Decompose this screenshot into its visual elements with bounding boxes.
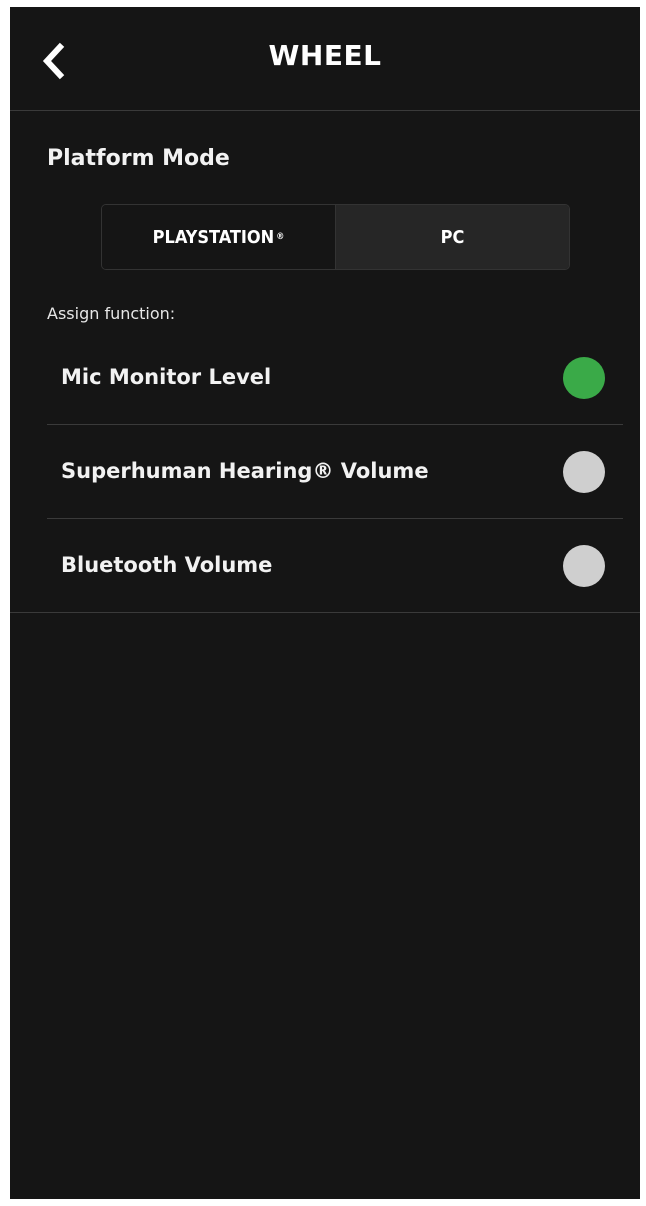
app-screen: WHEEL Platform Mode PLAYSTATION ® PC Assi… xyxy=(10,7,640,1199)
assign-function-list: Mic Monitor Level Superhuman Hearing® Vo… xyxy=(47,331,623,612)
page-title: WHEEL xyxy=(268,39,382,72)
assign-option-superhuman-hearing-volume[interactable]: Superhuman Hearing® Volume xyxy=(47,425,623,519)
radio-unselected-icon[interactable] xyxy=(563,451,605,493)
divider xyxy=(10,612,640,613)
radio-selected-icon[interactable] xyxy=(563,357,605,399)
assign-option-bluetooth-volume[interactable]: Bluetooth Volume xyxy=(47,519,623,612)
top-bar: WHEEL xyxy=(10,7,640,111)
platform-mode-heading: Platform Mode xyxy=(47,146,230,171)
assign-function-label: Assign function: xyxy=(47,304,176,323)
platform-option-playstation[interactable]: PLAYSTATION ® xyxy=(102,205,336,269)
assign-option-label: Mic Monitor Level xyxy=(61,365,272,389)
assign-option-mic-monitor-level[interactable]: Mic Monitor Level xyxy=(47,331,623,425)
platform-option-pc[interactable]: PC xyxy=(336,205,569,269)
assign-option-label: Bluetooth Volume xyxy=(61,553,273,577)
platform-mode-selector: PLAYSTATION ® PC xyxy=(101,204,570,270)
radio-unselected-icon[interactable] xyxy=(563,545,605,587)
platform-option-label: PC xyxy=(440,226,465,248)
assign-option-label: Superhuman Hearing® Volume xyxy=(61,459,429,483)
platform-option-label: PLAYSTATION xyxy=(152,226,275,248)
registered-mark: ® xyxy=(276,232,285,242)
